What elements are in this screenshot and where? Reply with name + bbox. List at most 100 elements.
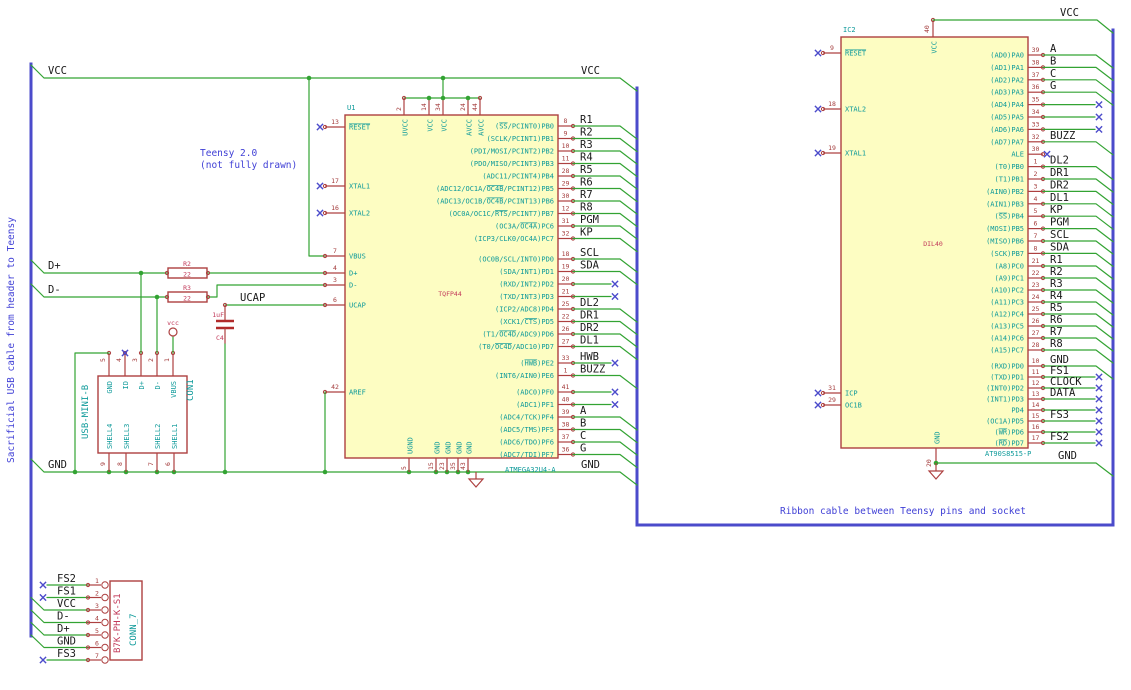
schematic-page: Teensy 2.0 (not fully drawn) Ribbon cabl… (0, 0, 1131, 690)
pin-number: 25 (1032, 305, 1040, 313)
pin-name: ALE (1011, 151, 1024, 159)
pin-number: 3 (95, 602, 99, 610)
pin-number: 1 (163, 358, 171, 362)
pin-number: 33 (562, 354, 570, 362)
net-label: SCL (580, 247, 599, 259)
pin-number: 1 (564, 367, 568, 375)
pin-name: XTAL1 (349, 183, 370, 191)
junction-dot (465, 95, 471, 101)
net-label: R7 (580, 189, 593, 201)
connector-pin-circle (101, 643, 109, 652)
pin-number: 2 (147, 358, 155, 362)
pin-name: (ADC7/TDI)PF7 (499, 451, 554, 459)
bus-entry-wire (572, 270, 638, 286)
pin-number: 35 (1032, 96, 1040, 104)
pin-name: (AD2)PA2 (990, 76, 1024, 84)
connector-pin-circle (101, 606, 109, 614)
net-label: DR2 (1050, 179, 1069, 191)
pin-number: 6 (164, 462, 172, 466)
pin-name: (AD4)PA4 (990, 101, 1024, 109)
pin-number: 24 (459, 103, 467, 111)
pin-number: 14 (1032, 401, 1040, 409)
no-connect-x (316, 209, 324, 217)
pin-name: XTAL1 (845, 150, 866, 158)
pin-number: 4 (95, 615, 99, 623)
no-connect-x (814, 105, 822, 113)
net-label-vcc: VCC (48, 65, 67, 77)
net-label: FS1 (57, 586, 76, 598)
pin-name: RESET (349, 124, 371, 132)
capacitor-value: 1uF (212, 311, 224, 319)
pin-number: 1 (95, 577, 99, 585)
no-connect-x (611, 280, 619, 288)
pin-number: 17 (331, 177, 339, 185)
connector-pin-circle (101, 631, 109, 639)
net-label-gnd: GND (1058, 450, 1077, 462)
net-label: DR1 (1050, 167, 1069, 179)
pin-name: (A14)PC6 (990, 335, 1024, 343)
pin-number: 6 (1034, 220, 1038, 228)
pin-name: SHELL3 (123, 424, 131, 449)
pin-number: 9 (564, 130, 568, 138)
pin-number: 27 (1032, 329, 1040, 337)
net-label: R6 (1050, 314, 1063, 326)
pin-number: 24 (1032, 293, 1040, 301)
no-connect-x (1095, 384, 1103, 392)
net-label: DL2 (1050, 155, 1069, 167)
pin-number: 9 (830, 44, 834, 52)
junction-dot (440, 95, 446, 101)
pin-number: 14 (420, 103, 428, 111)
pin-number: 18 (562, 250, 570, 258)
pin-number: 30 (1032, 145, 1040, 153)
net-label-dminus: D- (48, 284, 61, 296)
pin-name: (AD5)PA5 (990, 114, 1024, 122)
pin-number: 29 (828, 396, 836, 404)
no-connect-x (316, 123, 324, 131)
pin-number: 40 (923, 25, 931, 33)
u1-ref: U1 (347, 104, 355, 112)
no-connect-x (1095, 417, 1103, 425)
pin-number: 17 (1032, 434, 1040, 442)
pin-number: 13 (331, 118, 339, 126)
resistor-value: 22 (183, 271, 191, 279)
pin-number: 28 (1032, 341, 1040, 349)
capacitor-ref: C4 (216, 334, 224, 342)
pin-name: (OC3A/OC4A)PC6 (495, 223, 554, 231)
pin-name: VCC (931, 41, 939, 54)
net-label: PGM (580, 214, 599, 226)
pin-number: 31 (828, 384, 836, 392)
net-label: SDA (580, 260, 600, 272)
net-label: R1 (1050, 254, 1063, 266)
connector-pin-circle (101, 656, 109, 664)
net-label: R4 (1050, 290, 1063, 302)
net-label: C (580, 430, 586, 442)
net-label: BUZZ (1050, 130, 1075, 142)
no-connect-x (1095, 373, 1103, 381)
pin-name: VCC (441, 119, 449, 132)
net-label-dplus: D+ (48, 260, 61, 272)
pin-name: (MISO)PB6 (986, 238, 1024, 246)
pin-number: 5 (95, 627, 99, 635)
pin-name: UCAP (349, 302, 366, 310)
pin-number: 5 (1034, 207, 1038, 215)
pin-number: 16 (1032, 423, 1040, 431)
vcc-wire (932, 19, 1114, 34)
pin-name: SHELL1 (171, 424, 179, 449)
no-connect-x (814, 149, 822, 157)
net-label: R8 (580, 202, 593, 214)
pin-number: 41 (562, 383, 570, 391)
pin-name: (AD7)PA7 (990, 138, 1024, 146)
pin-number: 5 (400, 466, 408, 470)
connector-pin-circle (101, 618, 109, 627)
pin-name: (AD6)PA6 (990, 126, 1024, 134)
net-label: R3 (580, 139, 593, 151)
resistor-value: 22 (183, 295, 191, 303)
pin-number: 7 (1034, 232, 1038, 240)
net-label: PGM (1050, 217, 1069, 229)
pin-name: (RXD/INT2)PD2 (499, 281, 554, 289)
net-label: SCL (1050, 229, 1069, 241)
pin-name: (ADC5/TMS)PF5 (499, 426, 554, 434)
pin-name: ID (122, 381, 130, 389)
net-label: A (580, 405, 587, 417)
pin-number: 23 (1032, 281, 1040, 289)
